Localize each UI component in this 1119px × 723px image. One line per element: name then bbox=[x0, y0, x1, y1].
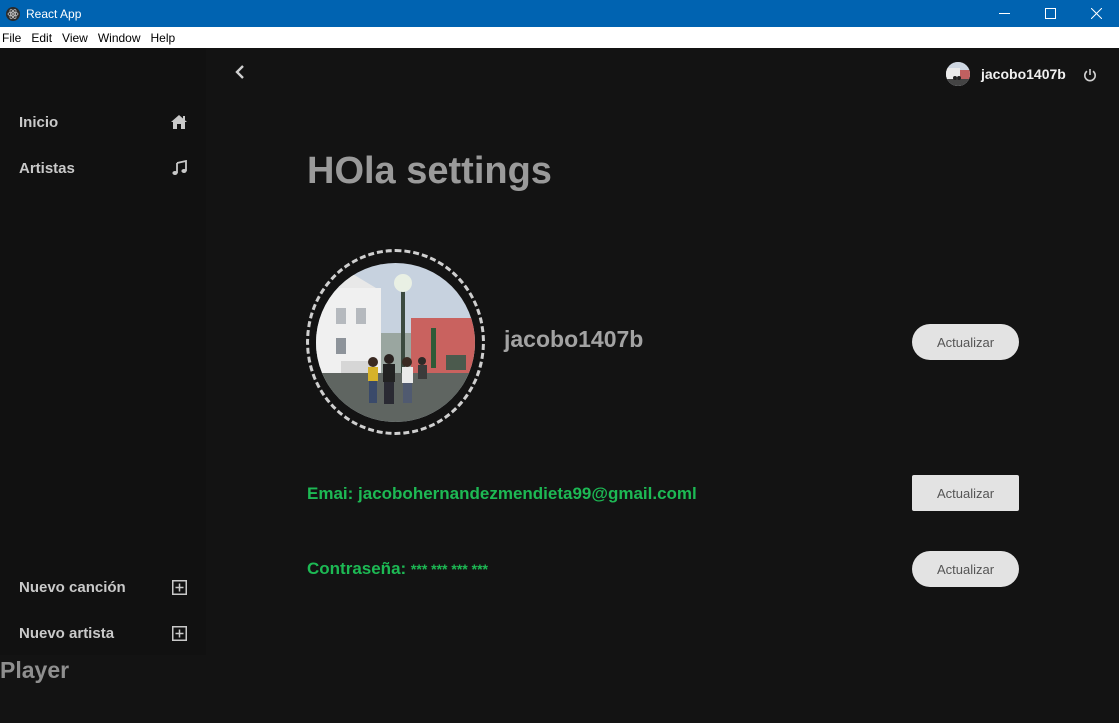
profile-photo bbox=[316, 262, 475, 422]
window-titlebar: React App bbox=[0, 0, 1119, 27]
maximize-icon bbox=[1044, 8, 1056, 19]
menu-help[interactable]: Help bbox=[149, 31, 182, 45]
back-button[interactable] bbox=[230, 62, 250, 82]
user-menu[interactable]: jacobo1407b bbox=[946, 62, 1066, 86]
email-field: Emai: jacobohernandezmendieta99@gmail.co… bbox=[307, 484, 697, 504]
avatar bbox=[946, 62, 970, 86]
sidebar-item-nueva-cancion[interactable]: Nuevo canción bbox=[19, 575, 189, 599]
page-title: HOla settings bbox=[307, 150, 552, 192]
menu-bar: File Edit View Window Help bbox=[0, 27, 1119, 48]
menu-window[interactable]: Window bbox=[96, 31, 147, 45]
menu-view[interactable]: View bbox=[60, 31, 94, 45]
power-icon bbox=[1084, 69, 1096, 82]
minimize-button[interactable] bbox=[981, 0, 1027, 27]
sidebar-item-label: Inicio bbox=[19, 113, 59, 131]
update-profile-button[interactable]: Actualizar bbox=[912, 324, 1019, 360]
sidebar-item-label: Nuevo canción bbox=[19, 578, 126, 596]
update-email-button[interactable]: Actualizar bbox=[912, 475, 1019, 511]
password-field: Contraseña: *** *** *** *** bbox=[307, 559, 488, 579]
password-label: Contraseña: bbox=[307, 559, 407, 578]
sidebar: Inicio Artistas Nuevo canción Nuevo arti… bbox=[0, 48, 206, 655]
home-icon bbox=[169, 112, 189, 132]
window-title: React App bbox=[26, 6, 82, 21]
menu-file[interactable]: File bbox=[0, 31, 27, 45]
plus-square-icon bbox=[169, 623, 189, 643]
profile-username: jacobo1407b bbox=[504, 326, 644, 352]
minimize-icon bbox=[998, 13, 1010, 14]
password-value: *** *** *** *** bbox=[410, 561, 488, 577]
react-app-icon bbox=[6, 6, 20, 21]
music-note-icon bbox=[169, 158, 189, 178]
plus-square-icon bbox=[169, 577, 189, 597]
sidebar-item-artistas[interactable]: Artistas bbox=[19, 156, 189, 180]
close-icon bbox=[1090, 8, 1102, 19]
sidebar-item-label: Artistas bbox=[19, 159, 75, 177]
chevron-left-icon bbox=[235, 65, 244, 79]
player-label: Player bbox=[0, 657, 70, 683]
menu-edit[interactable]: Edit bbox=[29, 31, 58, 45]
sidebar-item-nuevo-artista[interactable]: Nuevo artista bbox=[19, 621, 189, 645]
email-value: jacobohernandezmendieta99@gmail.coml bbox=[358, 484, 697, 503]
header-username: jacobo1407b bbox=[981, 66, 1066, 82]
sidebar-item-inicio[interactable]: Inicio bbox=[19, 110, 189, 134]
close-button[interactable] bbox=[1073, 0, 1119, 27]
sidebar-item-label: Nuevo artista bbox=[19, 624, 115, 642]
profile-avatar[interactable] bbox=[306, 249, 485, 435]
update-password-button[interactable]: Actualizar bbox=[912, 551, 1019, 587]
maximize-button[interactable] bbox=[1027, 0, 1073, 27]
logout-button[interactable] bbox=[1081, 65, 1099, 85]
email-label: Emai: bbox=[307, 484, 354, 503]
